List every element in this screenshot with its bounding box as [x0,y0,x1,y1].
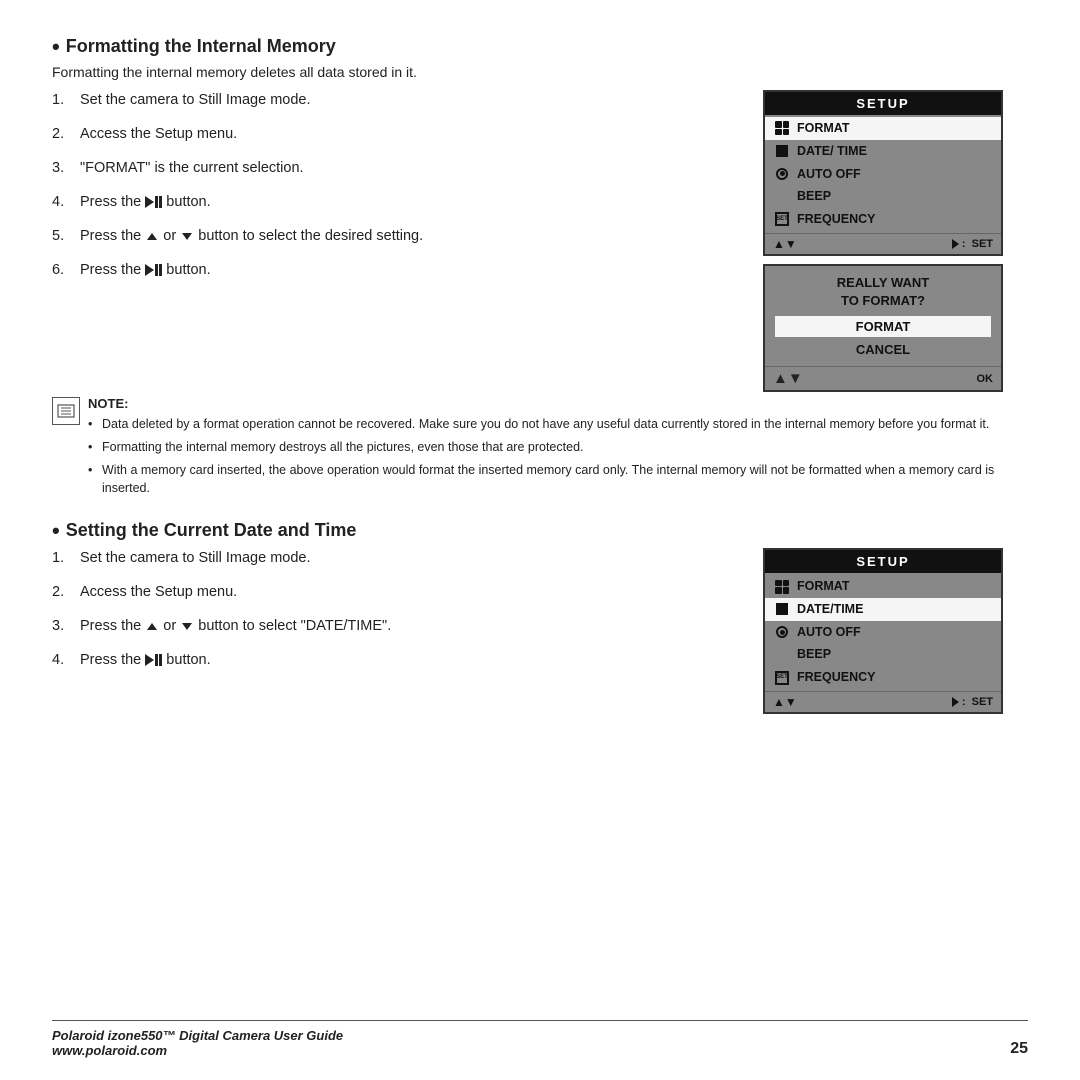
square-icon-2 [776,603,788,615]
set-tri-icon-1 [952,239,959,249]
lcd-icon-frequency-2: SET [771,671,793,685]
note-bullet-2: Formatting the internal memory destroys … [88,438,1028,457]
step-1-4: 4. Press the button. [52,192,753,213]
section2-steps: 1. Set the camera to Still Image mode. 2… [52,548,753,684]
confirm-body: REALLY WANT TO FORMAT? FORMAT CANCEL [765,266,1001,366]
down-arrow-icon-1 [182,233,192,240]
lcd-body-2: FORMAT DATE/TIME [765,573,1001,691]
lcd-header-1: SETUP [765,92,1001,115]
confirm-ok-label[interactable]: OK [977,373,994,385]
note-bullets: Data deleted by a format operation canno… [88,415,1028,498]
lcd-icon-datetime-1 [771,145,793,157]
note-box-1: NOTE: Data deleted by a format operation… [52,396,1028,502]
step-1-2: 2. Access the Setup menu. [52,124,753,145]
av-icon-2: ▲▼ [773,695,797,709]
note-label: NOTE: [88,396,1028,411]
up-arrow-icon-2 [147,623,157,630]
lcd-panel2-col: SETUP FORMAT [763,548,1028,714]
lcd-icon-frequency-1: SET [771,212,793,226]
footer-brand: Polaroid izone550™ Digital Camera User G… [52,1028,343,1058]
note-lines-icon [57,404,75,418]
note-bullet-3: With a memory card inserted, the above o… [88,461,1028,499]
setup-icon: SET [775,212,789,226]
note-bullet-1: Data deleted by a format operation canno… [88,415,1028,434]
lcd-icon-autooff-1 [771,168,793,180]
play-pause-icon-2 [145,264,162,276]
step-1-3: 3. "FORMAT" is the current selection. [52,158,753,179]
lcd-row-format-1[interactable]: FORMAT [765,117,1001,140]
circle-icon-2 [776,626,788,638]
lcd-icon-format-1 [771,121,793,135]
section2-heading: • Setting the Current Date and Time [52,520,1028,542]
lcd-row-beep-1[interactable]: BEEP [765,185,1001,208]
confirm-cancel-option[interactable]: CANCEL [775,339,991,360]
step-2-3: 3. Press the or button to select "DATE/T… [52,616,753,637]
lcd-panel-1: SETUP FORMAT [763,90,1003,256]
step-1-1: 1. Set the camera to Still Image mode. [52,90,753,111]
page-footer: Polaroid izone550™ Digital Camera User G… [52,1020,1028,1058]
confirm-question: REALLY WANT TO FORMAT? [775,274,991,310]
lcd-row-datetime-1[interactable]: DATE/ TIME [765,140,1001,163]
step-2-1: 1. Set the camera to Still Image mode. [52,548,753,569]
section-format: • Formatting the Internal Memory Formatt… [52,36,1028,502]
section2-layout: 1. Set the camera to Still Image mode. 2… [52,548,1028,714]
lcd-row-frequency-1[interactable]: SET FREQUENCY [765,208,1001,231]
footer-page-num: 25 [1010,1040,1028,1058]
lcd-header-2: SETUP [765,550,1001,573]
note-icon [52,397,80,425]
step-2-4: 4. Press the button. [52,650,753,671]
set-tri-icon-2 [952,697,959,707]
lcd-row-beep-2[interactable]: BEEP [765,643,1001,666]
lcd-body-1: FORMAT DATE/ TIME [765,115,1001,233]
av-icon-1: ▲▼ [773,237,797,251]
section1-layout: 1. Set the camera to Still Image mode. 2… [52,90,1028,392]
up-arrow-icon-1 [147,233,157,240]
confirm-format-option[interactable]: FORMAT [775,316,991,337]
lcd-row-autooff-2[interactable]: AUTO OFF [765,621,1001,644]
lcd-icon-datetime-2 [771,603,793,615]
section1-steps: 1. Set the camera to Still Image mode. 2… [52,90,753,294]
set-label-1: : SET [952,238,993,250]
confirm-av-icon: ▲▼ [773,370,803,387]
section-datetime: • Setting the Current Date and Time 1. S… [52,520,1028,714]
section1-heading: • Formatting the Internal Memory [52,36,1028,58]
set-label-2: : SET [952,696,993,708]
lcd-row-autooff-1[interactable]: AUTO OFF [765,163,1001,186]
step-1-6: 6. Press the button. [52,260,753,281]
play-pause-icon-3 [145,654,162,666]
square-icon [776,145,788,157]
lcd-row-frequency-2[interactable]: SET FREQUENCY [765,666,1001,689]
note-content: NOTE: Data deleted by a format operation… [88,396,1028,502]
circle-icon [776,168,788,180]
grid-icon [775,121,789,135]
lcd-panel-2: SETUP FORMAT [763,548,1003,714]
step-2-2: 2. Access the Setup menu. [52,582,753,603]
lcd-row-format-2[interactable]: FORMAT [765,575,1001,598]
lcd-footer-2: ▲▼ : SET [765,691,1001,712]
lcd-icon-autooff-2 [771,626,793,638]
lcd-icon-format-2 [771,580,793,594]
grid-icon-2 [775,580,789,594]
confirm-footer: ▲▼ OK [765,366,1001,390]
play-pause-icon-1 [145,196,162,208]
down-arrow-icon-2 [182,623,192,630]
section1-intro: Formatting the internal memory deletes a… [52,64,1028,80]
lcd-row-datetime-2[interactable]: DATE/TIME [765,598,1001,621]
page: • Formatting the Internal Memory Formatt… [0,0,1080,1080]
lcd-panels-col: SETUP FORMAT [763,90,1028,392]
setup-icon-2: SET [775,671,789,685]
confirm-panel: REALLY WANT TO FORMAT? FORMAT CANCEL ▲▼ … [763,264,1003,392]
lcd-footer-1: ▲▼ : SET [765,233,1001,254]
step-1-5: 5. Press the or button to select the des… [52,226,753,247]
